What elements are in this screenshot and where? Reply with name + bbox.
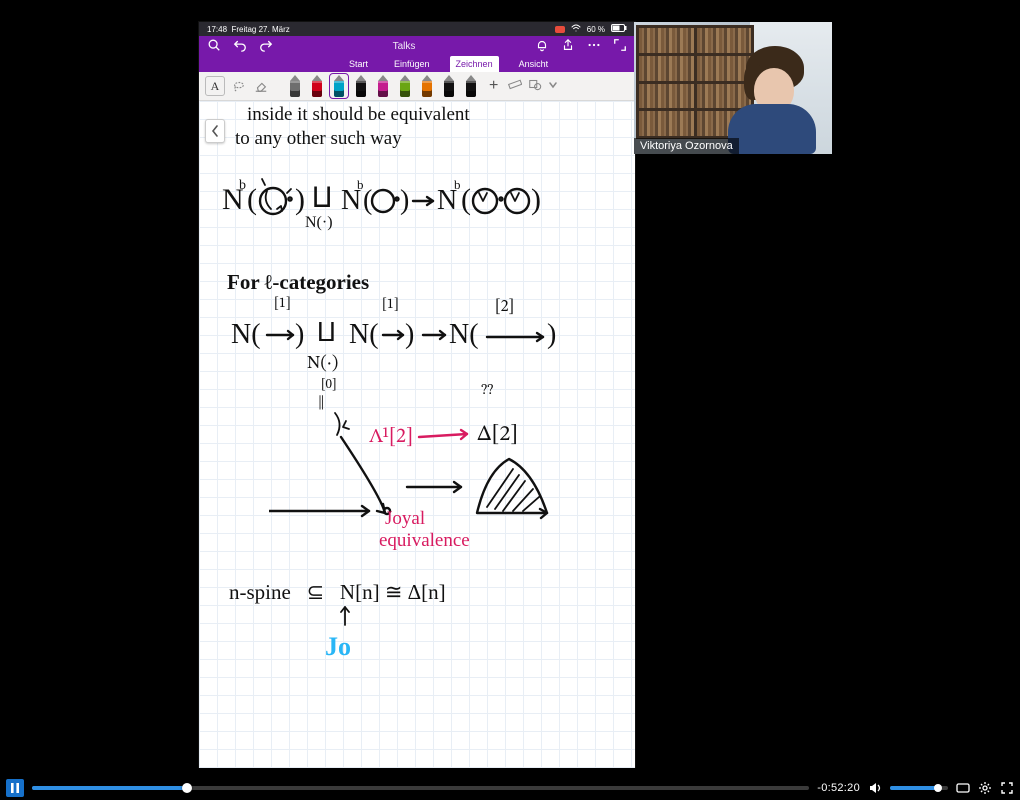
volume-bar[interactable] xyxy=(890,786,948,790)
ink-for-cats: For ℓ-categories xyxy=(227,271,369,294)
time-remaining: -0:52:20 xyxy=(817,782,860,794)
pen-black-1[interactable] xyxy=(353,75,369,97)
recording-indicator-icon xyxy=(555,26,565,33)
page-back-button[interactable] xyxy=(205,119,225,143)
ink-zero: [0] xyxy=(321,379,337,393)
pen-black-3[interactable] xyxy=(463,75,479,97)
shared-screen: 17:48 Freitag 27. März 60 % xyxy=(199,22,635,767)
battery-icon xyxy=(611,24,627,34)
svg-text:⨿: ⨿ xyxy=(317,318,336,347)
ink-equiv: equivalence xyxy=(379,531,470,552)
onenote-ribbon: Start Einfügen Zeichnen Ansicht xyxy=(199,56,635,72)
pen-cyan[interactable] xyxy=(331,75,347,97)
ink-joyal: Joyal xyxy=(385,509,425,530)
ink-subset-arrow xyxy=(335,605,355,631)
ink-line-2: to any other such way xyxy=(235,129,402,150)
svg-text:N(·): N(·) xyxy=(305,214,333,231)
svg-text:b: b xyxy=(454,177,461,192)
svg-text:N(: N( xyxy=(449,319,479,350)
pen-orange[interactable] xyxy=(419,75,435,97)
text-tool[interactable]: A xyxy=(205,76,225,96)
add-pen-icon[interactable]: + xyxy=(485,77,502,95)
bell-icon[interactable] xyxy=(535,38,549,55)
volume-knob[interactable] xyxy=(934,784,942,792)
svg-text:(: ( xyxy=(461,183,471,216)
battery-label: 60 % xyxy=(587,25,605,34)
svg-text:): ) xyxy=(295,319,304,350)
svg-text:): ) xyxy=(405,319,414,350)
seek-knob[interactable] xyxy=(182,783,192,793)
seek-bar[interactable] xyxy=(32,786,809,790)
settings-gear-icon[interactable] xyxy=(978,781,992,795)
wifi-icon xyxy=(571,24,581,34)
onenote-doc-title: Talks xyxy=(273,41,535,52)
webcam-name-label: Viktoriya Ozornova xyxy=(634,138,739,154)
webcam-tile: Viktoriya Ozornova xyxy=(634,22,832,154)
pause-button[interactable] xyxy=(6,779,24,797)
ribbon-tab-start[interactable]: Start xyxy=(343,56,374,72)
ipad-status-bar: 17:48 Freitag 27. März 60 % xyxy=(199,22,635,36)
ink-triangle xyxy=(467,451,557,525)
eraser-tool-icon[interactable] xyxy=(253,78,269,94)
volume-fill xyxy=(890,786,938,790)
ribbon-tab-view[interactable]: Ansicht xyxy=(513,56,555,72)
onenote-canvas[interactable]: inside it should be equivalent to any ot… xyxy=(199,101,635,768)
pen-red[interactable] xyxy=(309,75,325,97)
lasso-tool-icon[interactable] xyxy=(231,78,247,94)
svg-text:): ) xyxy=(400,185,409,216)
ribbon-tab-draw[interactable]: Zeichnen xyxy=(450,56,499,72)
search-icon[interactable] xyxy=(207,38,221,55)
ruler-tool-icon[interactable] xyxy=(508,77,522,96)
svg-text:b: b xyxy=(239,178,246,193)
pen-black-2[interactable] xyxy=(441,75,457,97)
ink-formula-1: N b ( ) ⨿ N(·) N b ( ) xyxy=(217,169,617,239)
svg-text:): ) xyxy=(295,183,305,216)
video-stage: 17:48 Freitag 27. März 60 % xyxy=(0,0,1020,776)
pen-gray[interactable] xyxy=(287,75,303,97)
fullscreen-icon[interactable] xyxy=(1000,781,1014,795)
svg-text:): ) xyxy=(547,319,556,350)
ink-spine: n-spine ⊆ N[n] ≅ Δ[n] xyxy=(229,581,446,604)
ink-formula-2: N( ) ⨿ N( ) N( ) xyxy=(231,307,591,367)
onenote-titlebar: Talks xyxy=(199,36,635,56)
onenote-draw-toolbar: A + xyxy=(199,72,635,101)
ipad-time: 17:48 Freitag 27. März xyxy=(207,25,290,34)
captions-icon[interactable] xyxy=(956,781,970,795)
volume-icon[interactable] xyxy=(868,781,882,795)
overflow-icon[interactable] xyxy=(587,38,601,55)
ink-n-under: N(·) xyxy=(307,355,338,375)
video-player-controls: -0:52:20 xyxy=(0,776,1020,800)
svg-text:N(: N( xyxy=(349,319,379,350)
svg-text:): ) xyxy=(531,183,541,216)
redo-icon[interactable] xyxy=(259,38,273,55)
ink-line-1: inside it should be equivalent xyxy=(247,105,470,126)
ink-to-shape-icon[interactable] xyxy=(528,77,542,96)
ink-jo: Jo xyxy=(325,633,351,662)
ribbon-tab-insert[interactable]: Einfügen xyxy=(388,56,436,72)
pen-magenta[interactable] xyxy=(375,75,391,97)
seek-fill xyxy=(32,786,187,790)
expand-icon[interactable] xyxy=(613,38,627,55)
svg-text:⨿: ⨿ xyxy=(312,183,332,214)
ipad-status-right: 60 % xyxy=(555,24,627,34)
undo-icon[interactable] xyxy=(233,38,247,55)
share-icon[interactable] xyxy=(561,38,575,55)
svg-text:N(: N( xyxy=(231,319,261,350)
ink-double-q: ⁇ xyxy=(481,383,493,400)
svg-text:(: ( xyxy=(247,183,257,216)
pen-green[interactable] xyxy=(397,75,413,97)
ribbon-chevron-down-icon[interactable] xyxy=(548,77,558,95)
